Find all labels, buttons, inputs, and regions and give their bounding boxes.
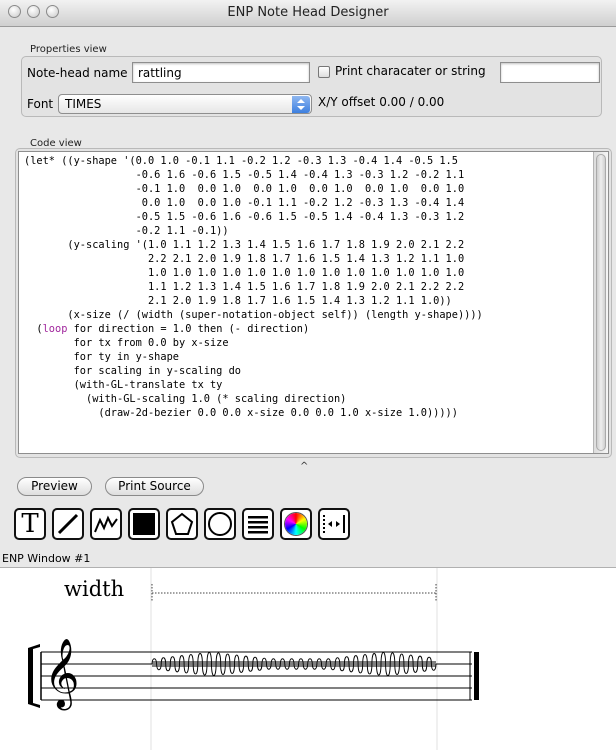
window-title: ENP Note Head Designer bbox=[227, 5, 389, 20]
spacing-icon bbox=[323, 515, 345, 533]
system-bracket bbox=[28, 644, 42, 708]
properties-view-label: Properties view bbox=[30, 44, 107, 55]
treble-clef-icon: 𝄞 bbox=[44, 638, 79, 710]
splitter-handle[interactable]: ^ bbox=[300, 461, 308, 472]
enp-canvas[interactable]: width 𝄞 bbox=[0, 567, 616, 750]
font-popup-value: TIMES bbox=[65, 97, 102, 111]
text-tool-icon: T bbox=[21, 509, 39, 539]
offset-label: X/Y offset 0.00 / 0.00 bbox=[318, 95, 444, 109]
circle-icon bbox=[208, 512, 232, 536]
text-tool-button[interactable]: T bbox=[14, 508, 46, 540]
note-head-name-label: Note-head name bbox=[27, 66, 128, 80]
print-string-input[interactable] bbox=[500, 62, 600, 83]
offset-label-text: X/Y offset bbox=[318, 95, 376, 109]
code-editor[interactable]: (let* ((y-shape '(0.0 1.0 -0.1 1.1 -0.2 … bbox=[18, 151, 609, 454]
filled-rect-tool-button[interactable] bbox=[128, 508, 160, 540]
lines-tool-button[interactable] bbox=[242, 508, 274, 540]
polyline-icon bbox=[94, 515, 118, 533]
width-bracket bbox=[151, 584, 437, 602]
font-popup[interactable]: TIMES bbox=[58, 94, 312, 114]
width-label: width bbox=[64, 577, 124, 601]
polyline-tool-button[interactable] bbox=[90, 508, 122, 540]
pentagon-icon bbox=[170, 512, 194, 535]
code-scrollbar[interactable] bbox=[593, 152, 608, 453]
code-text[interactable]: (let* ((y-shape '(0.0 1.0 -0.1 1.1 -0.2 … bbox=[19, 152, 608, 420]
color-wheel-icon bbox=[285, 513, 307, 535]
color-picker-tool-button[interactable] bbox=[280, 508, 312, 540]
note-head-name-input[interactable]: rattling bbox=[132, 62, 310, 83]
polygon-tool-button[interactable] bbox=[166, 508, 198, 540]
popup-arrows-icon bbox=[292, 96, 310, 113]
print-source-button[interactable]: Print Source bbox=[105, 477, 204, 496]
enp-score: width 𝄞 bbox=[28, 568, 479, 750]
print-string-label: Print characater or string bbox=[335, 64, 486, 78]
print-string-checkbox[interactable] bbox=[318, 66, 330, 78]
circle-tool-button[interactable] bbox=[204, 508, 236, 540]
preview-button[interactable]: Preview bbox=[17, 477, 92, 496]
lines-icon bbox=[248, 516, 268, 534]
line-tool-button[interactable] bbox=[52, 508, 84, 540]
spacing-tool-button[interactable] bbox=[318, 508, 350, 540]
offset-value: 0.00 / 0.00 bbox=[379, 95, 445, 109]
font-label: Font bbox=[27, 97, 54, 111]
line-icon bbox=[57, 513, 79, 535]
enp-window-label: ENP Window #1 bbox=[2, 552, 91, 565]
filled-square-icon bbox=[133, 513, 155, 535]
title-bar: ENP Note Head Designer bbox=[0, 0, 616, 27]
code-scrollbar-thumb[interactable] bbox=[596, 154, 606, 451]
